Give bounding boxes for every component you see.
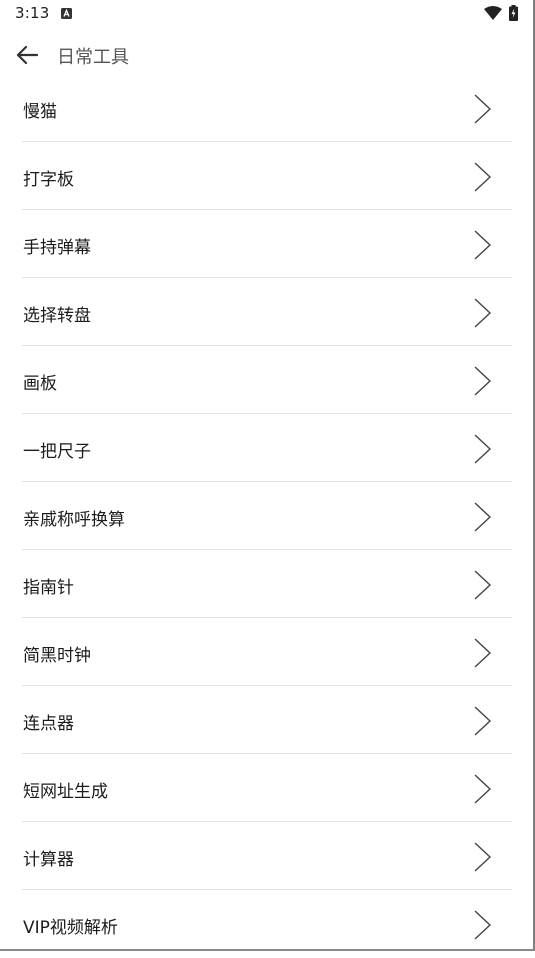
list-item[interactable]: 选择转盘 bbox=[22, 278, 512, 346]
list-item-label: 慢猫 bbox=[23, 102, 57, 122]
list-item-label: VIP视频解析 bbox=[23, 918, 118, 938]
status-time: 3:13 bbox=[15, 4, 50, 22]
list-item-label: 手持弹幕 bbox=[23, 238, 91, 258]
list-item[interactable]: 短网址生成 bbox=[22, 754, 512, 822]
list-item[interactable]: 简黑时钟 bbox=[22, 618, 512, 686]
chevron-right-icon bbox=[474, 434, 492, 464]
list-item[interactable]: VIP视频解析 bbox=[22, 890, 512, 958]
chevron-right-icon bbox=[474, 774, 492, 804]
tool-list: 慢猫 打字板 手持弹幕 选择转盘 画板 一把尺子 亲戚称呼换算 指南针 简黑时钟… bbox=[22, 74, 512, 958]
list-item[interactable]: 计算器 bbox=[22, 822, 512, 890]
chevron-right-icon bbox=[474, 638, 492, 668]
list-item-label: 短网址生成 bbox=[23, 782, 108, 802]
list-item[interactable]: 指南针 bbox=[22, 550, 512, 618]
list-item-label: 简黑时钟 bbox=[23, 646, 91, 666]
list-item[interactable]: 亲戚称呼换算 bbox=[22, 482, 512, 550]
list-item-label: 一把尺子 bbox=[23, 442, 91, 462]
list-item[interactable]: 手持弹幕 bbox=[22, 210, 512, 278]
list-item[interactable]: 连点器 bbox=[22, 686, 512, 754]
list-item-label: 打字板 bbox=[23, 170, 74, 190]
chevron-right-icon bbox=[474, 502, 492, 532]
battery-charging-icon bbox=[509, 5, 518, 21]
chevron-right-icon bbox=[474, 94, 492, 124]
chevron-right-icon bbox=[474, 570, 492, 600]
list-item[interactable]: 慢猫 bbox=[22, 74, 512, 142]
chevron-right-icon bbox=[474, 366, 492, 396]
chevron-right-icon bbox=[474, 842, 492, 872]
chevron-right-icon bbox=[474, 230, 492, 260]
list-item-label: 亲戚称呼换算 bbox=[23, 510, 125, 530]
list-item[interactable]: 画板 bbox=[22, 346, 512, 414]
list-item-label: 指南针 bbox=[23, 578, 74, 598]
back-button[interactable] bbox=[12, 40, 42, 70]
app-bar: 日常工具 bbox=[0, 28, 535, 80]
list-item-label: 画板 bbox=[23, 374, 57, 394]
arrow-left-icon bbox=[16, 45, 38, 65]
chevron-right-icon bbox=[474, 910, 492, 940]
page-title: 日常工具 bbox=[57, 47, 129, 68]
list-item[interactable]: 一把尺子 bbox=[22, 414, 512, 482]
chevron-right-icon bbox=[474, 162, 492, 192]
status-bar: 3:13 bbox=[0, 0, 535, 28]
list-item-label: 连点器 bbox=[23, 714, 74, 734]
list-item[interactable]: 打字板 bbox=[22, 142, 512, 210]
list-item-label: 选择转盘 bbox=[23, 306, 91, 326]
wifi-icon bbox=[484, 6, 502, 20]
chevron-right-icon bbox=[474, 298, 492, 328]
notification-a-icon bbox=[61, 8, 72, 19]
chevron-right-icon bbox=[474, 706, 492, 736]
list-item-label: 计算器 bbox=[23, 850, 74, 870]
